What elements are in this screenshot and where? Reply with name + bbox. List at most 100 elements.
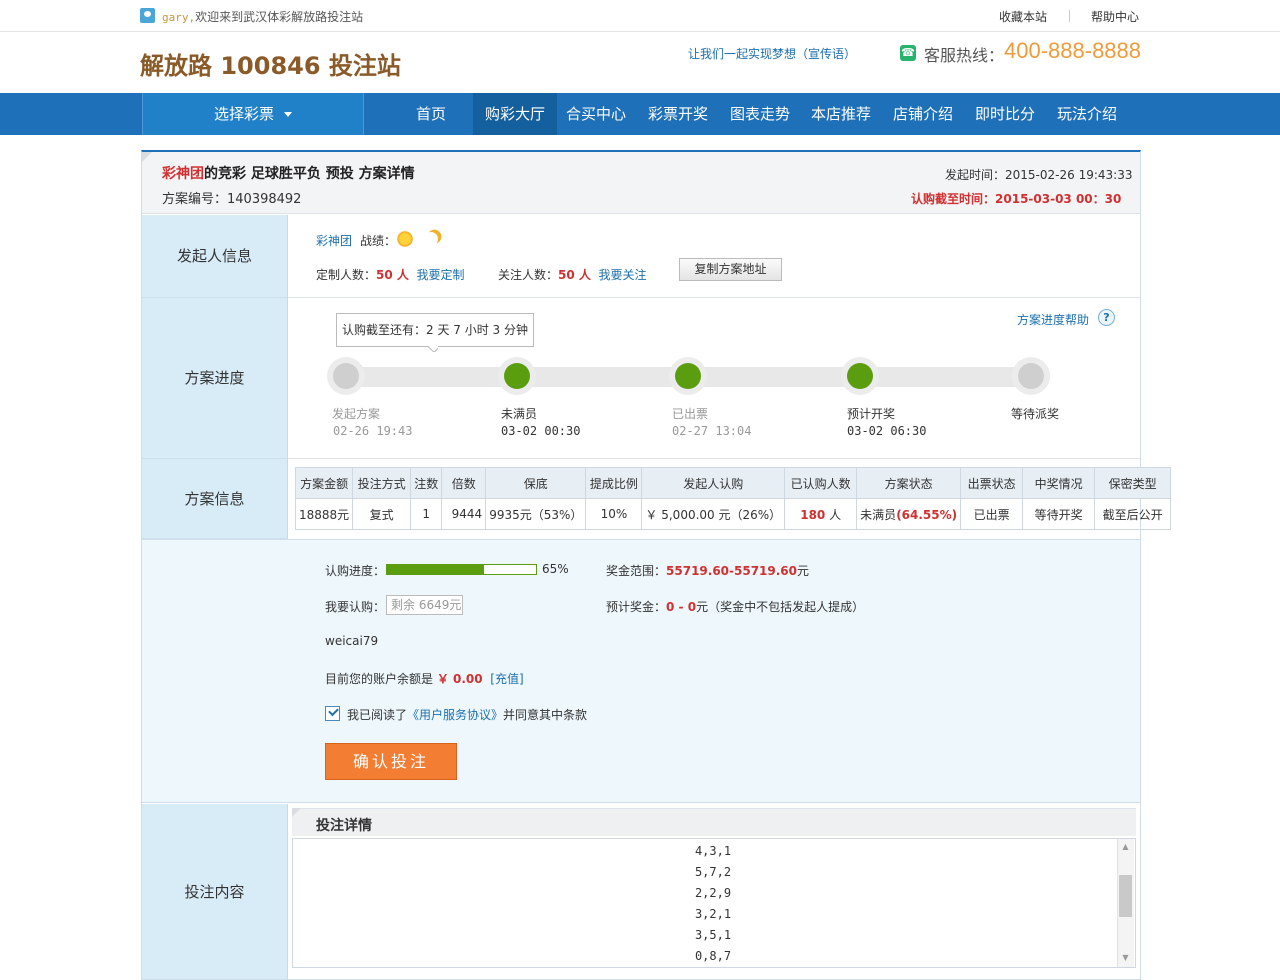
- sun-icon: [396, 230, 414, 248]
- nav-store-intro[interactable]: 店铺介绍: [887, 93, 959, 135]
- step-node-launch: [327, 357, 365, 395]
- cell-status: 未满员(64.55%): [856, 498, 962, 530]
- username[interactable]: gary,: [162, 11, 195, 24]
- cell-amount: 18888元: [294, 498, 354, 530]
- nav-home[interactable]: 首页: [403, 93, 459, 135]
- buy-amount-input[interactable]: 剩余 6649元: [386, 595, 463, 615]
- progress-percent: 65%: [542, 562, 569, 576]
- est-prize-label: 预计奖金：: [606, 600, 667, 614]
- scrollbar-thumb[interactable]: [1119, 875, 1132, 917]
- step-dot: [333, 363, 359, 389]
- balance-label: 目前您的账户余额是: [325, 672, 434, 686]
- scroll-up-icon[interactable]: ▲: [1119, 842, 1132, 854]
- launch-time: 发起时间：2015-02-26 19:43:33: [945, 166, 1132, 183]
- col-header: 倍数: [441, 467, 487, 499]
- welcome-text: gary,欢迎来到武汉体彩解放路投注站: [162, 8, 363, 25]
- step-label-await-payout: 等待派奖: [1011, 407, 1060, 421]
- status-percent: (64.55%): [896, 507, 958, 522]
- tooltip-arrow: [428, 346, 438, 352]
- nav-live-score[interactable]: 即时比分: [969, 93, 1041, 135]
- table-header-row: 方案金额 投注方式 注数 倍数 保底 提成比例 发起人认购 已认购人数 方案状态…: [294, 467, 1172, 499]
- step-node-expected-draw: [841, 357, 879, 395]
- nav-lottery-hall[interactable]: 购彩大厅: [473, 93, 557, 135]
- site-title[interactable]: 解放路 100846 投注站: [140, 46, 401, 81]
- main-nav: 选择彩票 首页 购彩大厅 合买中心 彩票开奖 图表走势 本店推荐 店铺介绍 即时…: [0, 93, 1280, 135]
- custom-count-label: 定制人数：: [316, 268, 377, 282]
- step-dot: [847, 363, 873, 389]
- col-header: 出票状态: [960, 467, 1024, 499]
- follow-count: 关注人数：50 人 我要关注: [498, 266, 647, 283]
- prize-unit: 元: [797, 564, 810, 578]
- buyers-count: 180: [800, 507, 826, 522]
- plan-title-text: 的竞彩 足球胜平负 预投 方案详情: [204, 166, 415, 182]
- scroll-down-icon[interactable]: ▼: [1119, 953, 1132, 965]
- user-agreement-link[interactable]: 《用户服务协议》: [407, 708, 503, 722]
- step-label-not-full: 未满员: [501, 407, 538, 421]
- col-header: 已认购人数: [784, 467, 858, 499]
- bet-detail-header: [292, 808, 1136, 836]
- row-label-info: 方案信息: [142, 459, 288, 539]
- help-center-link[interactable]: 帮助中心: [1091, 8, 1139, 25]
- step-node-ticketed: [669, 357, 707, 395]
- list-item: 4,3,1: [694, 844, 732, 858]
- nav-lottery-results[interactable]: 彩票开奖: [642, 93, 714, 135]
- nav-rules[interactable]: 玩法介绍: [1051, 93, 1123, 135]
- nav-charts[interactable]: 图表走势: [724, 93, 796, 135]
- slogan: 让我们一起实现梦想（宣传语）: [688, 47, 857, 61]
- estimated-prize: 预计奖金：0 - 0元（奖金中不包括发起人提成）: [606, 598, 864, 615]
- step-dot: [675, 363, 701, 389]
- col-header: 方案状态: [856, 467, 962, 499]
- hotline-label: 客服热线：: [924, 46, 1005, 65]
- lottery-select-dropdown[interactable]: 选择彩票: [142, 93, 364, 135]
- cell-sponsor-buy: ￥ 5,000.00 元（26%）: [641, 498, 786, 530]
- divider: [288, 458, 1140, 459]
- phone-icon: ☎: [900, 45, 916, 61]
- progress-label: 认购进度：: [325, 564, 386, 578]
- user-icon: [140, 8, 155, 23]
- list-item: 0,8,7: [694, 949, 732, 963]
- row-label-sponsor: 发起人信息: [142, 215, 288, 298]
- nav-recommend[interactable]: 本店推荐: [805, 93, 877, 135]
- copy-plan-url-button[interactable]: 复制方案地址: [679, 258, 782, 281]
- follow-link[interactable]: 我要关注: [599, 268, 647, 282]
- countdown-tooltip: 认购截至还有：2 天 7 小时 3 分钟: [336, 313, 534, 347]
- agree-text: 我已阅读了《用户服务协议》并同意其中条款: [347, 706, 587, 723]
- progress-help-link[interactable]: 方案进度帮助: [1017, 311, 1089, 328]
- plan-title: 彩神团的竞彩 足球胜平负 预投 方案详情: [162, 163, 415, 183]
- col-header: 发起人认购: [641, 467, 786, 499]
- divider: [1069, 10, 1070, 22]
- subscribe-custom-link[interactable]: 我要定制: [417, 268, 465, 282]
- favorite-link[interactable]: 收藏本站: [999, 8, 1047, 25]
- est-prize-value: 0 - 0: [666, 600, 697, 614]
- agree-checkbox[interactable]: [325, 706, 340, 721]
- plan-number-value: 140398492: [227, 192, 302, 207]
- confirm-bet-button[interactable]: 确认投注: [325, 743, 457, 780]
- step-label-ticketed: 已出票: [672, 407, 709, 421]
- group-name-link[interactable]: 彩神团: [162, 166, 204, 182]
- prize-range-value: 55719.60-55719.60: [666, 564, 798, 578]
- table-row: 18888元 复式 1 9444 9935元（53%） 10% ￥ 5,000.…: [294, 498, 1172, 530]
- bet-detail-list[interactable]: 4,3,1 5,7,2 2,2,9 3,2,1 3,5,1 0,8,7: [292, 838, 1136, 968]
- sponsor-name-link[interactable]: 彩神团: [316, 232, 352, 249]
- cell-commission: 10%: [585, 498, 643, 530]
- col-header: 注数: [410, 467, 443, 499]
- plan-number: 方案编号：140398492: [162, 188, 301, 207]
- step-dot: [1018, 363, 1044, 389]
- corner-decoration: [142, 152, 152, 162]
- recharge-link[interactable]: [充值]: [490, 672, 523, 686]
- cell-secrecy: 截至后公开: [1094, 498, 1172, 530]
- nav-group-buy[interactable]: 合买中心: [560, 93, 632, 135]
- divider: [288, 297, 1140, 298]
- col-header: 保底: [485, 467, 587, 499]
- corner-decoration: [292, 808, 301, 817]
- step-node-not-full: [498, 357, 536, 395]
- col-header: 保密类型: [1094, 467, 1172, 499]
- step-date-ticketed: 02-27 13:04: [672, 424, 752, 438]
- help-icon[interactable]: ?: [1098, 309, 1115, 326]
- chevron-down-icon: [284, 112, 292, 117]
- list-item: 2,2,9: [694, 886, 732, 900]
- col-header: 中奖情况: [1022, 467, 1096, 499]
- custom-count-value: 50 人: [376, 268, 409, 282]
- step-label-launch: 发起方案: [332, 407, 381, 421]
- balance-line: 目前您的账户余额是 ￥ 0.00 [充值]: [325, 670, 524, 687]
